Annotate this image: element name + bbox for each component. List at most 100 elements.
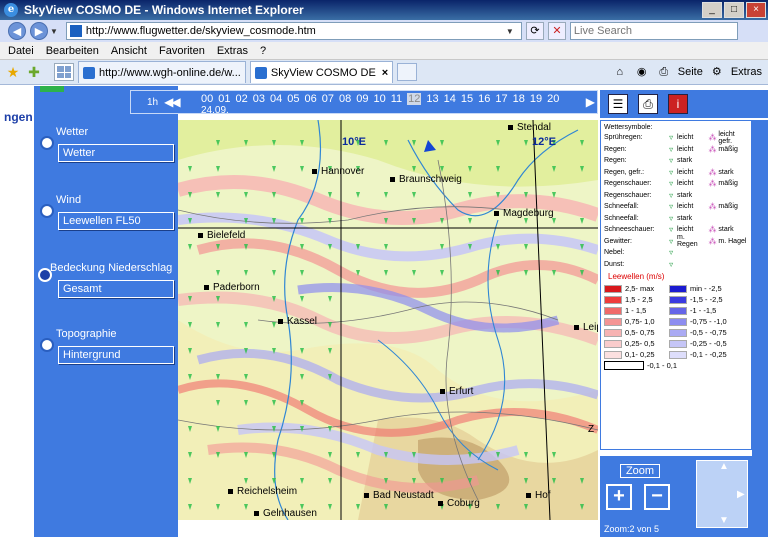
search-input[interactable] <box>573 25 724 37</box>
hour-13[interactable]: 13 <box>426 93 438 105</box>
home-icon[interactable]: ⌂ <box>612 65 628 79</box>
weather-symbol-icon: ▿ <box>669 248 674 258</box>
hour-02[interactable]: 02 <box>236 93 248 105</box>
weather-symbol-icon: ▿ <box>669 202 674 212</box>
weather-symbol-icon: ▿ <box>669 144 674 154</box>
weather-symbol-icon: ⁂ <box>708 167 717 177</box>
select-wetter[interactable]: Wetter <box>58 144 174 162</box>
tab-bar: ★ ✚ http://www.wgh-online.de/w... SkyVie… <box>0 60 768 85</box>
hour-06[interactable]: 06 <box>305 93 317 105</box>
group-label-topographie: Topographie <box>56 328 117 340</box>
address-field[interactable]: ▼ <box>65 22 522 40</box>
pan-down-icon[interactable]: ▼ <box>719 515 729 526</box>
search-field[interactable] <box>569 22 738 40</box>
step-back-icon[interactable]: ◀◀ <box>164 95 181 109</box>
menu-item-extras[interactable]: Extras <box>217 45 248 57</box>
select-wind[interactable]: Leewellen FL50 <box>58 212 174 230</box>
city-label: Bad Neustadt <box>364 490 434 501</box>
radio-topographie[interactable] <box>40 338 54 352</box>
window-titlebar: e SkyView COSMO DE - Windows Internet Ex… <box>0 0 768 20</box>
quick-tabs-icon[interactable] <box>54 63 74 81</box>
hour-18[interactable]: 18 <box>513 93 525 105</box>
hour-11[interactable]: 11 <box>391 93 402 105</box>
hour-04[interactable]: 04 <box>270 93 282 105</box>
refresh-button[interactable]: ⟳ <box>525 22 544 40</box>
hour-05[interactable]: 05 <box>287 93 299 105</box>
hour-09[interactable]: 09 <box>356 93 368 105</box>
menu-item-favoriten[interactable]: Favoriten <box>159 45 205 57</box>
close-window-button[interactable]: × <box>746 2 766 18</box>
legend-icon[interactable]: ☰ <box>608 94 628 114</box>
menu-item-ansicht[interactable]: Ansicht <box>111 45 147 57</box>
legend-weather-row: Regenschauer: ▿ leicht ⁂ mäßig <box>604 179 738 189</box>
leewellen-swatch <box>669 328 687 337</box>
add-favorite-icon[interactable]: ✚ <box>26 64 42 80</box>
pan-control[interactable]: ▲ ▶ ▼ <box>696 460 748 528</box>
radio-wetter[interactable] <box>40 136 54 150</box>
hour-01[interactable]: 01 <box>218 93 230 105</box>
zoom-out-button[interactable]: − <box>644 484 670 510</box>
legend-weather-row: Dunst: ▿ <box>604 259 748 271</box>
url-input[interactable] <box>85 25 506 37</box>
new-tab-button[interactable] <box>397 63 418 81</box>
select-topographie[interactable]: Hintergrund <box>58 346 174 364</box>
leewellen-swatch <box>604 317 622 326</box>
select-bedeckung[interactable]: Gesamt <box>58 280 174 298</box>
radio-wind[interactable] <box>40 204 54 218</box>
city-label: Reichelsheim <box>228 486 297 497</box>
menu-item-bearbeiten[interactable]: Bearbeiten <box>46 45 99 57</box>
neutral-label: -0,1 - 0,1 <box>647 361 678 370</box>
lon-label-10e: 10°E <box>342 136 366 148</box>
info-icon[interactable]: i <box>668 94 688 114</box>
legend-weather-row: Regen, gefr.: ▿ leicht ⁂ stark <box>604 167 734 177</box>
menu-item-help[interactable]: ? <box>260 45 266 57</box>
tab-skyview[interactable]: SkyView COSMO DE × <box>249 61 394 83</box>
feeds-icon[interactable]: ◉ <box>634 65 650 79</box>
city-label: Coburg <box>438 498 480 509</box>
zoom-in-button[interactable]: + <box>606 484 632 510</box>
hour-14[interactable]: 14 <box>444 93 456 105</box>
leewellen-swatch <box>669 295 687 304</box>
hour-19[interactable]: 19 <box>530 93 542 105</box>
legend-weather-row: Nebel: ▿ <box>604 247 748 259</box>
favorites-star-icon[interactable]: ★ <box>5 64 21 80</box>
leewellen-row: 0,75- 1,0 -0,75 - -1,0 <box>604 316 748 327</box>
hour-17[interactable]: 17 <box>495 93 507 105</box>
hour-15[interactable]: 15 <box>461 93 473 105</box>
minimize-button[interactable]: _ <box>702 2 722 18</box>
page-menu[interactable]: Seite <box>678 66 703 78</box>
back-button[interactable]: ◀ <box>8 22 26 40</box>
printer-icon[interactable]: ⎙ <box>638 94 658 114</box>
legend-neutral-row: -0,1 - 0,1 <box>604 361 748 370</box>
hour-16[interactable]: 16 <box>478 93 490 105</box>
hour-00[interactable]: 00 <box>201 93 213 105</box>
city-label: Paderborn <box>204 282 260 293</box>
time-step[interactable]: 1h <box>147 97 158 108</box>
menu-item-datei[interactable]: Datei <box>8 45 34 57</box>
close-tab-icon[interactable]: × <box>382 67 388 79</box>
tab-wgh-online[interactable]: http://www.wgh-online.de/w... <box>78 61 246 83</box>
address-dropdown-icon[interactable]: ▼ <box>506 27 514 36</box>
extras-menu[interactable]: Extras <box>731 66 762 78</box>
print-icon[interactable]: ⎙ <box>656 65 672 79</box>
step-forward-icon[interactable]: ▶ <box>586 95 595 109</box>
hour-20[interactable]: 20 <box>547 93 559 105</box>
leewellen-row: 0,1- 0,25 -0,1 - -0,25 <box>604 349 748 360</box>
city-label: Kassel <box>278 316 317 327</box>
hour-12[interactable]: 12 <box>407 93 422 105</box>
hour-10[interactable]: 10 <box>374 93 386 105</box>
maximize-button[interactable]: □ <box>724 2 744 18</box>
stop-button[interactable]: ✕ <box>547 22 566 40</box>
weather-map[interactable]: 10°E 12°E Stendal Hannover Braunschweig … <box>178 120 598 520</box>
leewellen-swatch <box>604 339 622 348</box>
pan-up-icon[interactable]: ▲ <box>719 461 729 472</box>
tools-gear-icon[interactable]: ⚙ <box>709 65 725 79</box>
truncated-heading: ngen <box>4 110 33 124</box>
hour-08[interactable]: 08 <box>339 93 351 105</box>
nav-history-dropdown-icon[interactable]: ▼ <box>50 27 58 36</box>
menu-bar: Datei Bearbeiten Ansicht Favoriten Extra… <box>0 42 768 60</box>
hour-07[interactable]: 07 <box>322 93 334 105</box>
hour-03[interactable]: 03 <box>253 93 265 105</box>
forward-button[interactable]: ▶ <box>30 22 48 40</box>
pan-right-icon[interactable]: ▶ <box>737 489 745 500</box>
